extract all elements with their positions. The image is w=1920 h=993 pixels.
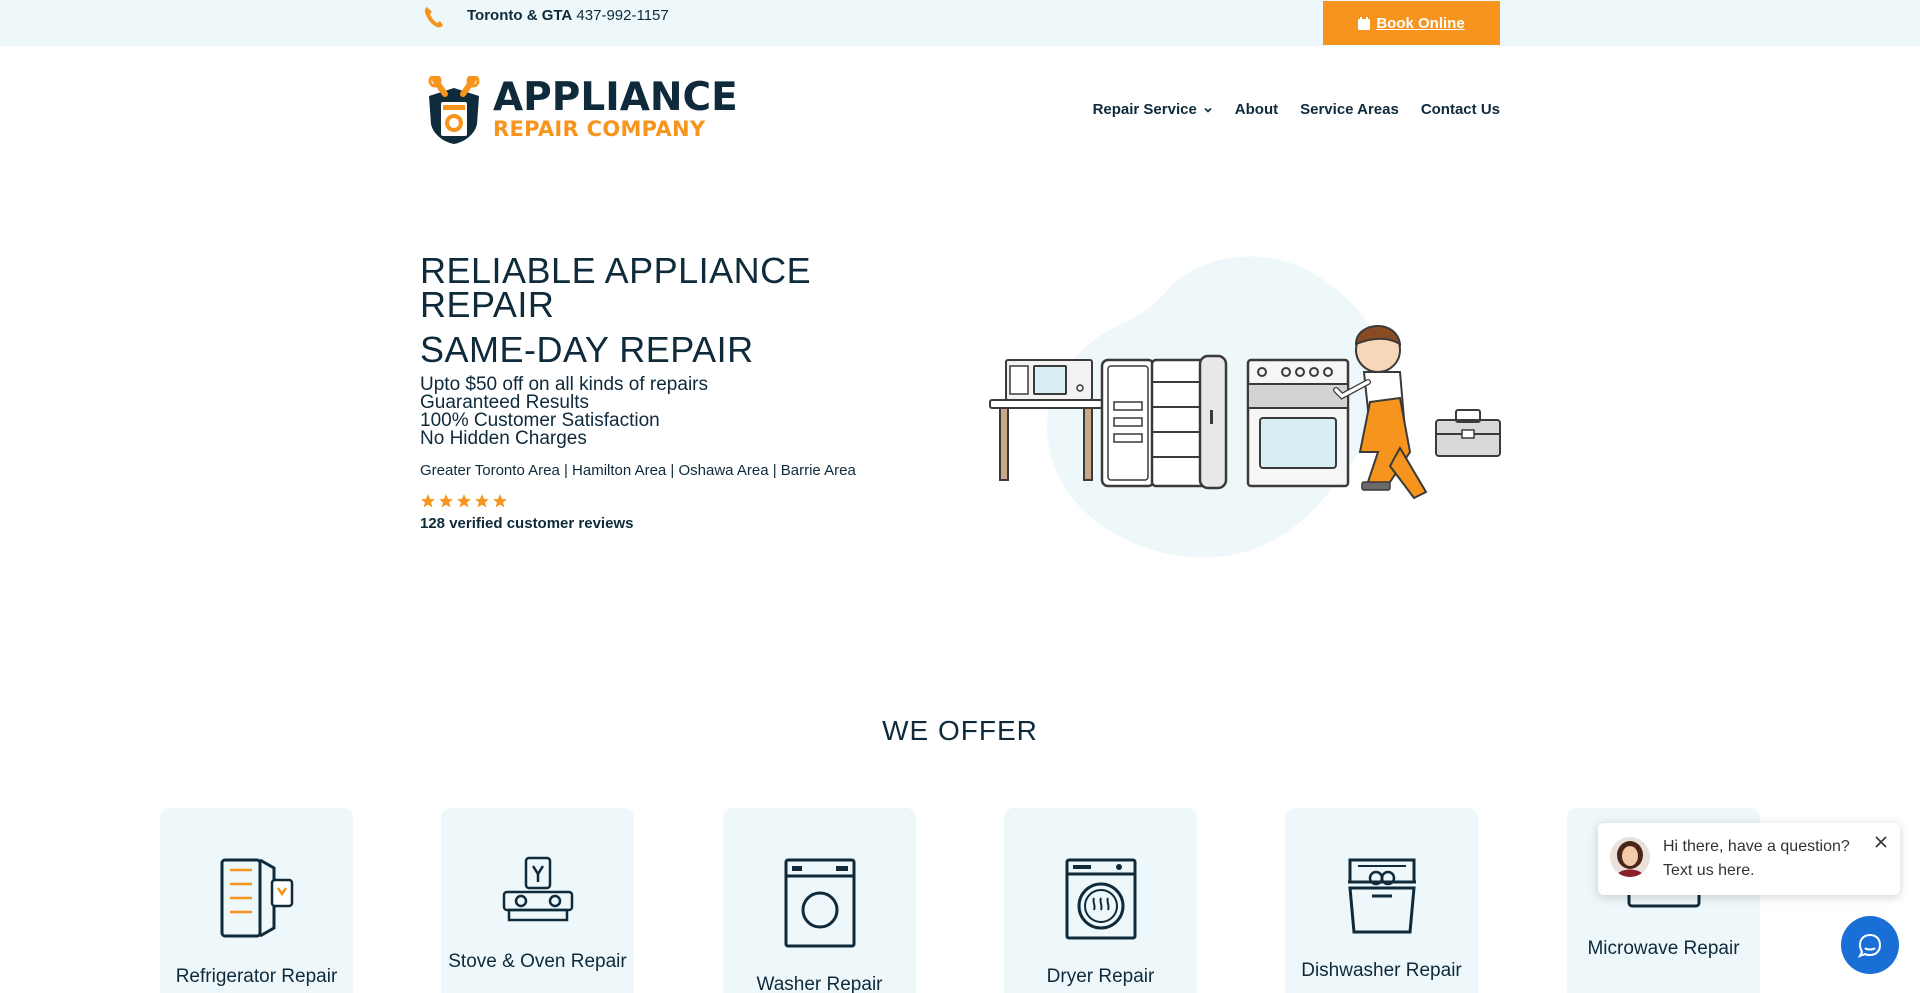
chat-bubble-icon xyxy=(1857,933,1882,958)
star-icon xyxy=(493,494,507,508)
phone-number[interactable]: 437-992-1157 xyxy=(576,7,668,24)
nav-contact-us-label: Contact Us xyxy=(1420,101,1500,118)
star-icon xyxy=(475,494,489,508)
service-card-stove-oven[interactable]: Stove & Oven Repair xyxy=(441,808,634,993)
nav-contact-us[interactable]: Contact Us xyxy=(1421,101,1500,118)
service-card-label: Stove & Oven Repair xyxy=(448,951,627,972)
technician-illustration xyxy=(989,256,1501,558)
service-card-washer[interactable]: Washer Repair xyxy=(723,808,916,993)
book-online-button[interactable]: Book Online xyxy=(1323,1,1500,45)
service-areas-text: Greater Toronto Area | Hamilton Area | O… xyxy=(420,462,856,479)
review-count: 128 verified customer reviews xyxy=(420,515,634,532)
chat-popup[interactable]: Hi there, have a question? Text us here. xyxy=(1598,823,1900,895)
hero-section: RELIABLE APPLIANCE REPAIR SAME-DAY REPAI… xyxy=(420,250,920,533)
hero-title: RELIABLE APPLIANCE REPAIR xyxy=(420,250,812,325)
star-rating xyxy=(420,493,920,509)
nav-repair-service-label: Repair Service xyxy=(1092,101,1197,118)
chat-message-line-1: Hi there, have a question? xyxy=(1663,838,1850,855)
service-card-refrigerator[interactable]: Refrigerator Repair xyxy=(160,808,353,993)
region-label: Toronto & GTA xyxy=(467,7,573,24)
nav-service-areas-label: Service Areas xyxy=(1300,101,1399,118)
hero-benefit: No Hidden Charges xyxy=(420,428,587,449)
phone-icon xyxy=(424,7,443,28)
calendar-icon xyxy=(1358,16,1371,30)
service-card-label: Refrigerator Repair xyxy=(175,966,338,987)
logo-mark-icon xyxy=(428,76,480,144)
book-online-label: Book Online xyxy=(1376,14,1465,32)
stove-icon xyxy=(502,856,573,922)
close-icon[interactable] xyxy=(1874,835,1888,849)
chat-launcher-button[interactable] xyxy=(1841,916,1899,974)
chat-message-line-2: Text us here. xyxy=(1663,862,1755,879)
service-card-label: Dishwasher Repair xyxy=(1301,960,1462,981)
star-icon xyxy=(439,494,453,508)
dryer-icon xyxy=(1065,858,1136,940)
company-logo[interactable]: APPLIANCE REPAIR COMPANY xyxy=(423,76,738,146)
service-card-dryer[interactable]: Dryer Repair xyxy=(1004,808,1197,993)
service-card-dishwasher[interactable]: Dishwasher Repair xyxy=(1285,808,1478,993)
star-icon xyxy=(457,494,471,508)
hero-benefits: Upto $50 off on all kinds of repairs Gua… xyxy=(420,375,920,449)
service-card-label: Washer Repair xyxy=(756,974,883,993)
top-bar: Toronto & GTA 437-992-1157 Book Online xyxy=(0,0,1920,46)
hero-subtitle: SAME-DAY REPAIR xyxy=(420,329,754,370)
chevron-down-icon xyxy=(1204,107,1212,113)
we-offer-heading: WE OFFER xyxy=(882,715,1038,746)
logo-line-1: APPLIANCE xyxy=(493,75,738,120)
refrigerator-icon xyxy=(220,858,293,938)
washer-icon xyxy=(784,858,855,948)
dishwasher-icon xyxy=(1347,858,1416,934)
star-icon xyxy=(421,494,435,508)
service-card-label: Microwave Repair xyxy=(1587,938,1740,959)
nav-about[interactable]: About xyxy=(1235,101,1278,118)
nav-service-areas[interactable]: Service Areas xyxy=(1300,101,1399,118)
main-nav: Repair Service About Service Areas Conta… xyxy=(1093,101,1500,118)
logo-line-2: REPAIR COMPANY xyxy=(493,117,706,141)
nav-about-label: About xyxy=(1234,101,1279,118)
contact-line: Toronto & GTA 437-992-1157 xyxy=(467,7,669,24)
nav-repair-service[interactable]: Repair Service xyxy=(1093,101,1213,118)
agent-avatar xyxy=(1610,837,1650,877)
service-card-label: Dryer Repair xyxy=(1046,966,1155,987)
